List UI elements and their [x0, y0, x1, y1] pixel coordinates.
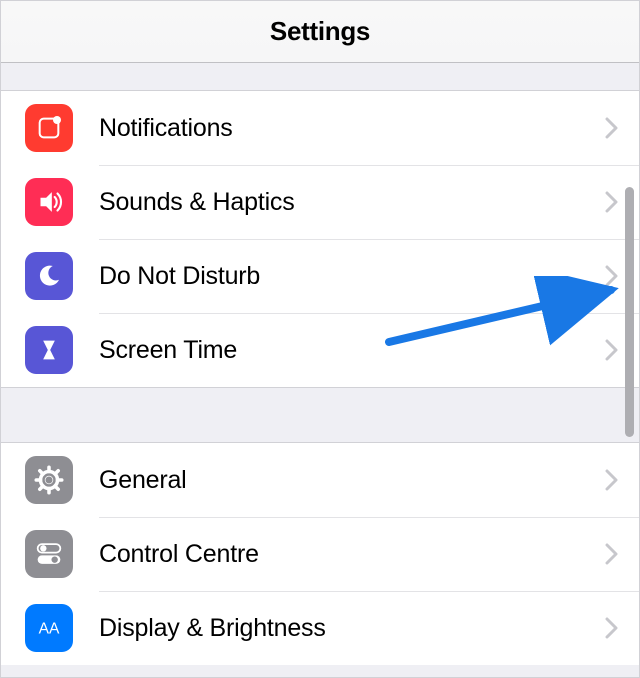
chevron-right-icon [605, 191, 619, 213]
display-icon: AA [25, 604, 73, 652]
chevron-right-icon [605, 339, 619, 361]
settings-screen: Settings Notifications [0, 0, 640, 678]
controlcentre-icon [25, 530, 73, 578]
settings-group-2: General Control Centre A [1, 443, 639, 665]
chevron-right-icon [605, 617, 619, 639]
header: Settings [1, 1, 639, 63]
chevron-right-icon [605, 117, 619, 139]
general-icon [25, 456, 73, 504]
sounds-icon [25, 178, 73, 226]
chevron-right-icon [605, 265, 619, 287]
row-label: General [99, 466, 605, 495]
row-sounds-haptics[interactable]: Sounds & Haptics [1, 165, 639, 239]
row-display-brightness[interactable]: AA Display & Brightness [1, 591, 639, 665]
row-label: Sounds & Haptics [99, 188, 605, 217]
notifications-icon [25, 104, 73, 152]
svg-text:AA: AA [39, 621, 60, 638]
row-do-not-disturb[interactable]: Do Not Disturb [1, 239, 639, 313]
section-spacer [1, 63, 639, 91]
page-title: Settings [270, 16, 370, 47]
chevron-right-icon [605, 469, 619, 491]
row-general[interactable]: General [1, 443, 639, 517]
section-spacer [1, 387, 639, 443]
dnd-icon [25, 252, 73, 300]
row-label: Do Not Disturb [99, 262, 605, 291]
row-label: Display & Brightness [99, 614, 605, 643]
scrollbar[interactable] [625, 187, 634, 437]
chevron-right-icon [605, 543, 619, 565]
row-control-centre[interactable]: Control Centre [1, 517, 639, 591]
row-label: Notifications [99, 114, 605, 143]
settings-group-1: Notifications Sounds & Haptics [1, 91, 639, 387]
screentime-icon [25, 326, 73, 374]
row-notifications[interactable]: Notifications [1, 91, 639, 165]
row-label: Control Centre [99, 540, 605, 569]
row-screen-time[interactable]: Screen Time [1, 313, 639, 387]
row-label: Screen Time [99, 336, 605, 365]
